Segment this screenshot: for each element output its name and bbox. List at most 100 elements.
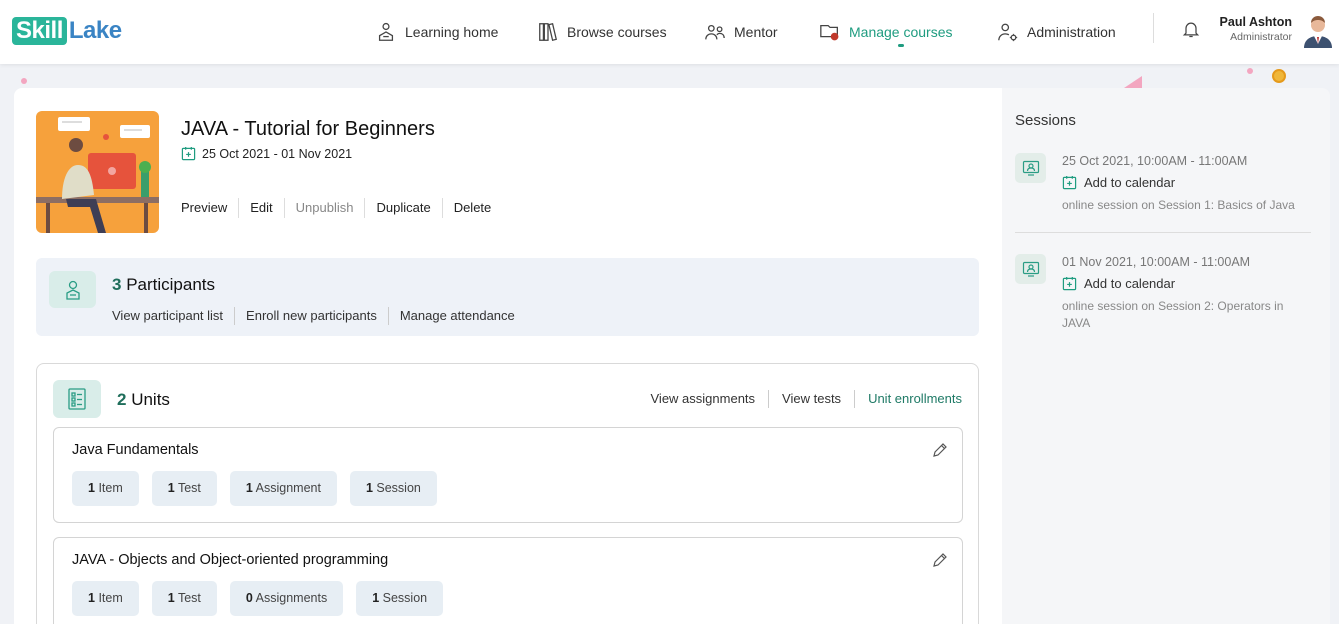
chip-count: 1 [365, 481, 373, 495]
active-nav-indicator [898, 44, 904, 47]
units-links: View assignments View tests Unit enrollm… [638, 390, 962, 408]
preview-link[interactable]: Preview [181, 198, 238, 218]
unit-card[interactable]: JAVA - Objects and Object-oriented progr… [53, 537, 963, 624]
chip-label: Item [98, 481, 123, 495]
unit-name: JAVA - Objects and Object-oriented progr… [72, 552, 389, 568]
header-divider [1153, 13, 1154, 43]
course-dates-text: 25 Oct 2021 - 01 Nov 2021 [202, 146, 353, 161]
document-list-icon [68, 388, 86, 410]
session-time: 25 Oct 2021, 10:00AM - 11:00AM [1062, 154, 1248, 168]
nav-label: Browse courses [567, 24, 667, 40]
course-thumbnail [36, 111, 159, 233]
nav-label: Administration [1027, 24, 1116, 40]
participant-icon [65, 280, 80, 300]
chip-label: Assignment [255, 481, 321, 495]
unit-chip-session[interactable]: 1 Session [349, 471, 437, 506]
course-dates: 25 Oct 2021 - 01 Nov 2021 [181, 146, 352, 161]
session-icon-box [1015, 153, 1046, 183]
edit-link[interactable]: Edit [238, 198, 283, 218]
duplicate-link[interactable]: Duplicate [364, 198, 441, 218]
mentor-icon [705, 24, 725, 40]
unit-chip-item[interactable]: 1 Item [72, 581, 139, 616]
add-to-calendar-link[interactable]: Add to calendar [1062, 276, 1175, 291]
nav-learning-home[interactable]: Learning home [375, 0, 498, 64]
chip-label: Test [177, 481, 201, 495]
learning-home-icon [378, 22, 394, 41]
online-session-icon [1022, 261, 1039, 277]
decoration-dot [21, 78, 27, 84]
participant-icon-box [49, 271, 96, 308]
manage-attendance-link[interactable]: Manage attendance [387, 307, 526, 325]
chip-count: 1 [88, 591, 95, 605]
unit-chip-test[interactable]: 1 Test [151, 581, 217, 616]
unpublish-link[interactable]: Unpublish [283, 198, 365, 218]
unit-chips: 1 Item 1 Test 1 Assignment 1 Session [72, 471, 437, 506]
chip-label: Session [382, 591, 428, 605]
sessions-sidebar: Sessions 25 Oct 2021, 10:00AM - 11:00AM … [1002, 88, 1330, 624]
nav-administration[interactable]: Administration [997, 0, 1116, 64]
calendar-plus-icon [1062, 276, 1077, 291]
delete-link[interactable]: Delete [441, 198, 503, 218]
participants-links: View participant list Enroll new partici… [112, 307, 526, 325]
pencil-icon[interactable] [932, 442, 948, 458]
units-count: 2 [117, 390, 127, 409]
nav-mentor[interactable]: Mentor [704, 0, 778, 64]
decoration-triangle [1124, 76, 1142, 88]
books-icon [539, 22, 558, 42]
nav-label: Learning home [405, 24, 499, 40]
session-description: online session on Session 1: Basics of J… [1062, 198, 1295, 212]
unit-enrollments-link[interactable]: Unit enrollments [854, 390, 962, 408]
view-tests-link[interactable]: View tests [768, 390, 854, 408]
admin-gear-user-icon [998, 23, 1018, 42]
participants-section: 3 Participants View participant list Enr… [36, 258, 979, 336]
view-assignments-link[interactable]: View assignments [638, 390, 769, 408]
enroll-new-participants-link[interactable]: Enroll new participants [234, 307, 388, 325]
nav-manage-courses[interactable]: Manage courses [819, 0, 953, 64]
calendar-plus-icon [1062, 175, 1077, 190]
chip-label: Assignments [255, 591, 328, 605]
participants-title: 3 Participants [112, 275, 215, 295]
chip-count: 1 [372, 591, 380, 605]
course-actions: Preview Edit Unpublish Duplicate Delete [181, 198, 502, 218]
logo-lake: Lake [68, 17, 122, 44]
pencil-icon[interactable] [932, 552, 948, 568]
user-avatar[interactable] [1302, 12, 1334, 48]
units-icon-box [53, 380, 101, 418]
view-participant-list-link[interactable]: View participant list [112, 307, 234, 325]
nav-browse-courses[interactable]: Browse courses [537, 0, 667, 64]
participants-label: Participants [126, 275, 216, 294]
chip-count: 1 [88, 481, 95, 495]
bell-icon[interactable] [1181, 18, 1201, 40]
course-title: JAVA - Tutorial for Beginners [181, 118, 435, 140]
unit-chips: 1 Item 1 Test 0 Assignments 1 Session [72, 581, 444, 616]
decoration-dot [1272, 69, 1286, 83]
chip-label: Session [376, 481, 421, 495]
add-to-calendar-label: Add to calendar [1084, 175, 1176, 190]
add-to-calendar-link[interactable]: Add to calendar [1062, 175, 1175, 190]
chip-count: 1 [167, 591, 175, 605]
unit-chip-item[interactable]: 1 Item [72, 471, 139, 506]
unit-name: Java Fundamentals [72, 442, 199, 458]
online-session-icon [1022, 160, 1039, 176]
unit-card[interactable]: Java Fundamentals 1 Item 1 Test 1 Assign… [53, 427, 963, 523]
unit-chip-test[interactable]: 1 Test [151, 471, 217, 506]
units-title: 2 Units [117, 390, 170, 410]
user-role: Administrator [1230, 31, 1292, 43]
sessions-title: Sessions [1015, 112, 1076, 129]
unit-chip-assignment[interactable]: 1 Assignment [229, 471, 337, 506]
chip-label: Item [98, 591, 123, 605]
unit-chip-session[interactable]: 1 Session [356, 581, 444, 616]
session-time: 01 Nov 2021, 10:00AM - 11:00AM [1062, 255, 1251, 269]
skilllake-logo[interactable]: Skill Lake [12, 17, 122, 45]
decoration-dot [1247, 68, 1253, 74]
course-details-panel: JAVA - Tutorial for Beginners 25 Oct 202… [14, 88, 1002, 624]
manage-courses-icon [820, 24, 839, 41]
user-name[interactable]: Paul Ashton [1220, 15, 1292, 29]
logo-skill: Skill [12, 17, 67, 45]
session-item[interactable]: 01 Nov 2021, 10:00AM - 11:00AM Add to ca… [1015, 254, 1315, 334]
nav-label: Manage courses [849, 24, 953, 40]
add-to-calendar-label: Add to calendar [1084, 276, 1176, 291]
session-item[interactable]: 25 Oct 2021, 10:00AM - 11:00AM Add to ca… [1015, 153, 1315, 223]
unit-chip-assignment[interactable]: 0 Assignments [229, 581, 344, 616]
chip-count: 0 [245, 591, 253, 605]
